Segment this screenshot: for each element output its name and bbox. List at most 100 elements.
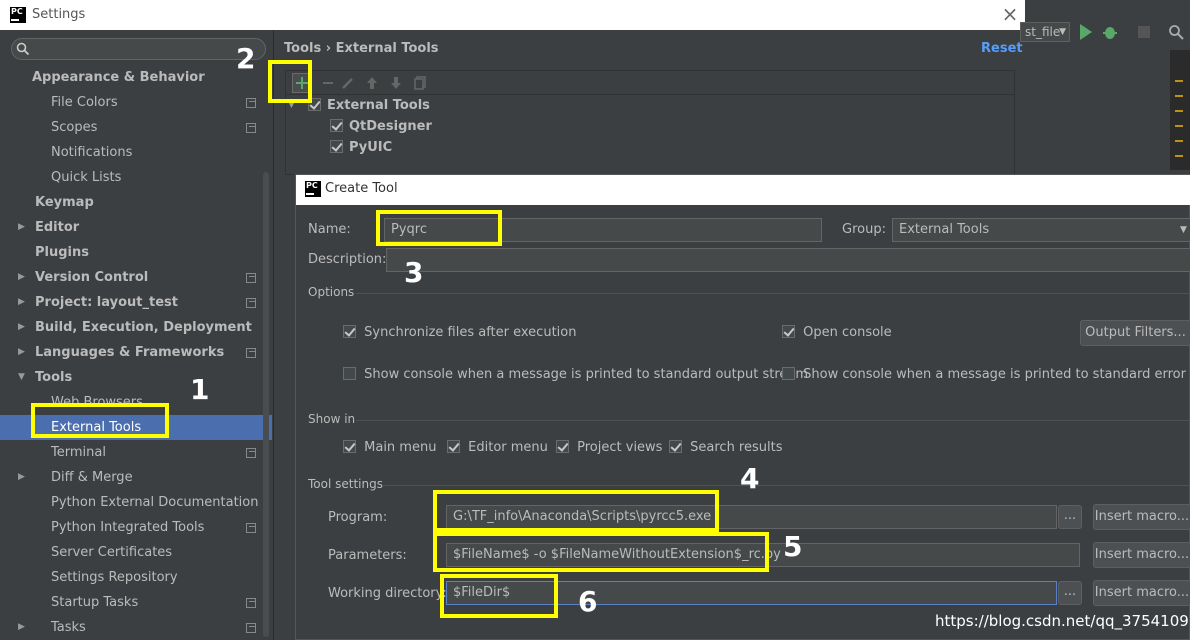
settings-sidebar: Appearance & Behavior File Colors Scopes No… [0,30,274,640]
chevron-down-icon[interactable]: ▼ [18,365,25,390]
sidebar-item[interactable]: Keymap [0,190,262,215]
search-everywhere-icon[interactable] [1168,24,1184,40]
sidebar-item[interactable]: ▶ Diff & Merge [0,465,262,490]
sidebar-item[interactable]: ▶ Version Control [0,265,262,290]
project-settings-icon [246,523,256,533]
tool-tree-item[interactable]: QtDesigner [330,119,432,134]
project-settings-icon [246,598,256,608]
run-config-dropdown[interactable]: st_file ▼ [1020,22,1070,42]
sidebar-item[interactable]: Plugins [0,240,262,265]
search-results-checkbox[interactable]: Search results [669,440,783,455]
debug-icon[interactable] [1103,24,1117,40]
checkbox-unchecked [782,367,795,380]
checkbox-checked[interactable] [330,119,343,132]
sidebar-item[interactable]: ▶ Build, Execution, Deployment [0,315,262,340]
sidebar-item-label: Settings Repository [51,570,178,585]
sidebar-item-label: Server Certificates [51,545,173,560]
project-settings-icon [246,273,256,283]
program-insert-macro-button[interactable]: Insert macro... [1093,504,1190,530]
sidebar-item[interactable]: Settings Repository [0,565,262,590]
sidebar-item[interactable]: ▼ Tools [0,365,262,390]
output-filters-button[interactable]: Output Filters... [1080,320,1190,346]
external-tools-toolbar [285,70,1015,95]
main-menu-checkbox[interactable]: Main menu [343,440,436,455]
chevron-right-icon[interactable]: ▶ [18,340,25,365]
show-in-separator [356,420,1190,421]
sidebar-item[interactable]: ▶ Editor [0,215,262,240]
sidebar-item-label: Languages & Frameworks [35,345,225,360]
edit-tool-button[interactable] [340,75,356,91]
project-settings-icon [246,98,256,108]
project-settings-icon [246,298,256,308]
show-console-stdout-checkbox[interactable]: Show console when a message is printed t… [343,367,808,382]
workdir-insert-macro-button[interactable]: Insert macro... [1093,580,1190,606]
sidebar-item[interactable]: ▶ Tasks [0,615,262,640]
project-views-checkbox[interactable]: Project views [556,440,662,455]
sidebar-item[interactable]: ▶ Languages & Frameworks [0,340,262,365]
run-icon[interactable] [1080,24,1092,40]
chevron-right-icon[interactable]: ▶ [18,315,25,340]
open-console-checkbox[interactable]: Open console [782,325,892,340]
group-select[interactable]: External Tools ▼ [892,218,1190,242]
watermark-text: https://blog.csdn.net/qq_37541097 [935,612,1190,630]
sidebar-item[interactable]: Python External Documentation [0,490,262,515]
sidebar-item-label: Appearance & Behavior [32,70,205,85]
sidebar-item-label: Keymap [35,195,94,210]
chevron-right-icon[interactable]: ▶ [18,265,25,290]
sidebar-item[interactable]: Notifications [0,140,262,165]
pycharm-logo-icon: PC [305,181,321,197]
sidebar-scrollbar[interactable] [263,172,269,637]
workdir-browse-button[interactable]: ... [1058,581,1082,605]
sidebar-item-label: Tools [35,370,73,385]
annotation-number-5: 5 [783,530,803,563]
checkbox-checked [447,440,460,453]
sidebar-item-label: Editor [35,220,80,235]
stop-icon[interactable] [1138,26,1150,38]
annotation-number-1: 1 [190,373,210,406]
chevron-right-icon[interactable]: ▶ [18,615,25,640]
sidebar-item[interactable]: Appearance & Behavior [0,65,262,90]
sidebar-item[interactable]: ▶ Project: layout_test [0,290,262,315]
options-header: Options [308,285,355,299]
chevron-right-icon[interactable]: ▶ [18,290,25,315]
reset-link[interactable]: Reset [981,41,1023,56]
copy-icon [414,76,426,90]
parameters-insert-macro-button[interactable]: Insert macro... [1093,542,1190,568]
project-settings-icon [246,348,256,358]
program-browse-button[interactable]: ... [1058,505,1082,529]
sidebar-item[interactable]: Quick Lists [0,165,262,190]
settings-title: Settings [32,7,86,22]
external-tools-tree: ▼ External Tools QtDesigner PyUIC [285,95,1015,175]
sidebar-item[interactable]: File Colors [0,90,262,115]
group-label: Group: [842,222,886,237]
sidebar-item[interactable]: Terminal [0,440,262,465]
tool-tree-item[interactable]: External Tools [308,98,430,113]
sidebar-item[interactable]: Python Integrated Tools [0,515,262,540]
chevron-down-icon: ▼ [1180,225,1187,235]
search-input[interactable] [11,38,266,60]
remove-tool-button[interactable] [320,75,336,91]
sidebar-item[interactable]: Server Certificates [0,540,262,565]
chevron-right-icon[interactable]: ▶ [18,215,25,240]
arrow-down-icon [391,77,401,89]
sidebar-item-label: Diff & Merge [51,470,133,485]
checkbox-checked[interactable] [330,140,343,153]
tool-tree-item[interactable]: PyUIC [330,140,392,155]
description-field[interactable] [386,248,1190,272]
chevron-right-icon[interactable]: ▶ [18,465,25,490]
editor-menu-checkbox[interactable]: Editor menu [447,440,548,455]
close-icon[interactable]: × [1000,4,1020,24]
tool-tree-label: PyUIC [349,140,393,155]
sidebar-item[interactable]: Startup Tasks [0,590,262,615]
move-up-button[interactable] [364,75,380,91]
show-console-stderr-checkbox[interactable]: Show console when a message is printed t… [782,367,1190,382]
move-down-button[interactable] [388,75,404,91]
search-results-label: Search results [690,440,783,455]
highlight-parameters-field [433,532,769,572]
copy-tool-button[interactable] [412,75,428,91]
dialog-title-bar: PC Create Tool [296,175,1190,205]
annotation-number-3: 3 [404,256,424,289]
project-settings-icon [246,123,256,133]
sidebar-item[interactable]: Scopes [0,115,262,140]
sync-files-checkbox[interactable]: Synchronize files after execution [343,325,576,340]
